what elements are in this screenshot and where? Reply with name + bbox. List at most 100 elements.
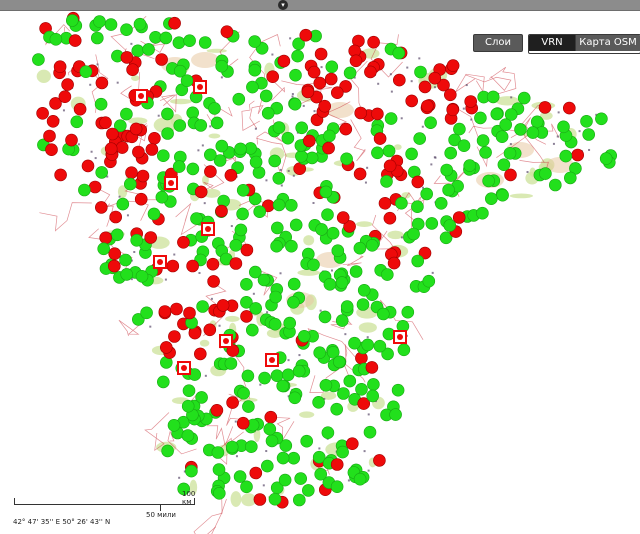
green-marker-icon: [241, 369, 255, 383]
green-marker-icon: [405, 147, 418, 161]
forest-area: [299, 411, 315, 418]
green-marker-icon: [321, 426, 335, 440]
settlement-dot: [363, 450, 366, 453]
green-marker-icon: [94, 97, 108, 111]
green-marker-icon: [157, 149, 170, 162]
red-marker-icon: [207, 275, 220, 288]
green-marker-icon: [183, 34, 196, 48]
red-marker-icon: [129, 122, 143, 136]
red-marker-icon: [236, 416, 250, 430]
green-marker-icon: [318, 310, 332, 324]
settlement-dot: [280, 184, 283, 187]
osm-basemap-button[interactable]: Карта OSM: [575, 35, 640, 51]
cursor-coordinates: 42° 47' 35'' E 50° 26' 43'' N: [13, 518, 111, 526]
settlement-dot: [389, 73, 392, 76]
green-marker-icon: [208, 102, 221, 115]
red-marker-icon: [240, 243, 254, 257]
green-marker-icon: [474, 111, 487, 125]
green-marker-icon: [119, 253, 132, 267]
settlement-dot: [197, 149, 200, 152]
red-marker-icon: [194, 347, 207, 361]
green-marker-icon: [196, 300, 209, 313]
vrn-basemap-button[interactable]: VRN: [529, 35, 575, 51]
red-marker-icon: [115, 141, 129, 154]
red-marker-icon: [229, 257, 243, 270]
settlement-dot: [94, 157, 97, 160]
red-marker-icon: [177, 236, 190, 249]
green-marker-icon: [321, 208, 334, 221]
green-marker-icon: [111, 228, 124, 242]
map-canvas[interactable]: [0, 0, 640, 534]
green-marker-icon: [246, 323, 259, 337]
green-marker-icon: [93, 15, 106, 28]
settlement-dot: [279, 168, 282, 171]
green-marker-icon: [295, 150, 308, 163]
red-marker-icon: [183, 306, 196, 320]
green-marker-icon: [268, 317, 282, 331]
settlement-dot: [509, 143, 512, 146]
layers-button[interactable]: Слои: [473, 34, 523, 52]
red-marker-icon: [383, 211, 397, 225]
green-marker-icon: [557, 120, 570, 134]
green-marker-icon: [95, 166, 108, 179]
green-marker-icon: [186, 162, 200, 176]
green-marker-icon: [325, 60, 339, 74]
green-marker-icon: [349, 265, 363, 278]
red-marker-icon: [206, 257, 220, 271]
settlement-dot: [433, 156, 436, 159]
green-marker-icon: [517, 91, 531, 105]
green-marker-icon: [363, 425, 377, 439]
green-marker-icon: [161, 444, 174, 458]
settlement-dot: [265, 450, 268, 453]
settlement-dot: [279, 272, 282, 275]
red-marker-icon: [168, 330, 181, 343]
green-marker-icon: [172, 36, 186, 50]
red-marker-icon: [387, 256, 401, 270]
red-marker-icon: [562, 101, 576, 115]
green-marker-icon: [414, 65, 427, 79]
green-marker-icon: [331, 244, 345, 257]
green-marker-icon: [479, 146, 492, 159]
green-marker-icon: [281, 131, 295, 145]
green-marker-icon: [323, 277, 337, 291]
settlement-dot: [465, 84, 468, 87]
red-marker-icon: [132, 145, 145, 159]
green-marker-icon: [78, 183, 91, 197]
collapse-handle-icon[interactable]: ▾: [278, 0, 288, 10]
green-marker-icon: [319, 185, 333, 199]
green-marker-icon: [234, 142, 247, 156]
green-marker-icon: [173, 119, 187, 132]
settlement-dot: [302, 104, 305, 107]
forest-area: [356, 221, 373, 227]
green-marker-icon: [371, 146, 384, 160]
green-marker-icon: [319, 378, 333, 392]
green-marker-icon: [135, 269, 149, 283]
green-marker-icon: [292, 364, 306, 378]
green-marker-icon: [476, 134, 490, 147]
green-marker-icon: [79, 65, 93, 78]
green-marker-icon: [240, 480, 253, 494]
red-marker-icon: [58, 90, 72, 103]
green-marker-icon: [172, 160, 186, 173]
green-marker-icon: [249, 302, 262, 315]
green-marker-icon: [330, 480, 344, 494]
red-marker-icon: [168, 16, 181, 30]
red-marker-icon: [446, 103, 460, 117]
red-marker-icon: [155, 53, 168, 66]
settlement-dot: [364, 181, 367, 184]
settlement-dot: [259, 383, 262, 386]
green-marker-icon: [70, 115, 84, 129]
green-marker-icon: [413, 132, 427, 145]
green-marker-icon: [490, 107, 504, 121]
green-marker-icon: [272, 172, 286, 185]
green-marker-icon: [434, 197, 448, 210]
settlement-dot: [292, 174, 295, 177]
red-marker-icon: [452, 211, 466, 224]
red-marker-icon: [210, 403, 224, 417]
green-marker-icon: [497, 158, 511, 171]
settlement-square-icon: [153, 255, 167, 269]
green-marker-icon: [237, 386, 250, 400]
red-marker-icon: [443, 88, 457, 102]
settlement-dot: [210, 297, 213, 300]
red-marker-icon: [405, 94, 419, 108]
